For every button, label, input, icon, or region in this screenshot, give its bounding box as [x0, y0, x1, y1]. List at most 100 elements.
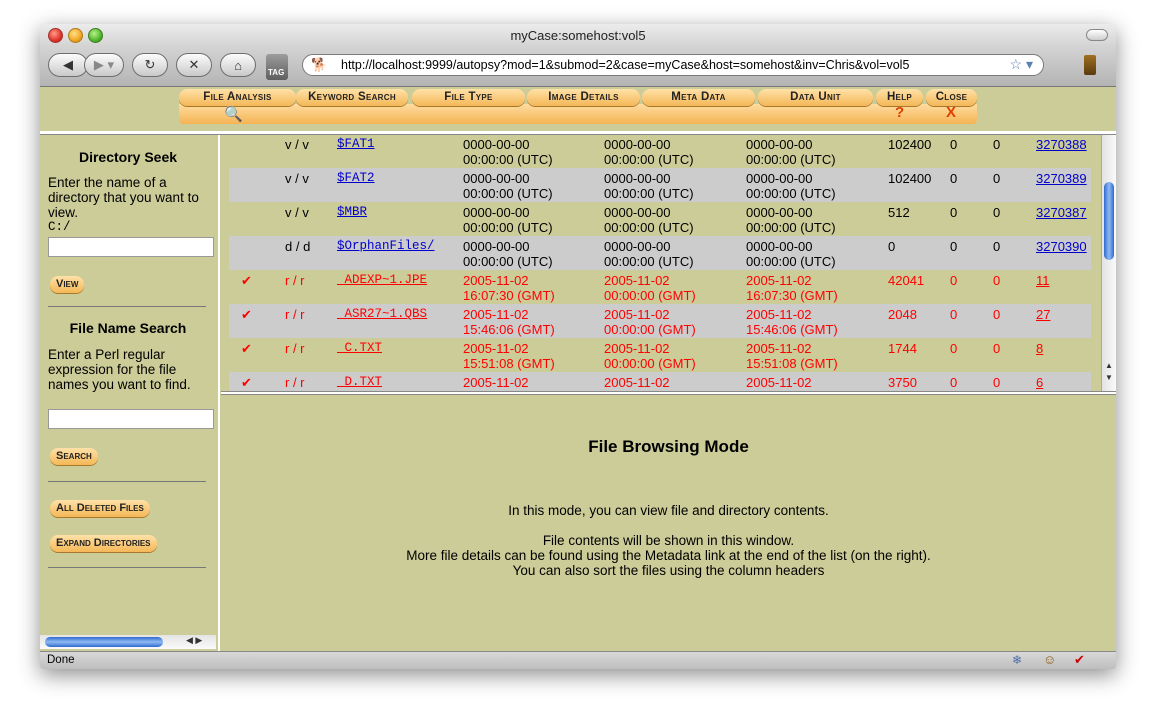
pane-divider[interactable]: [221, 391, 1116, 395]
date: 2005-11-02: [604, 307, 670, 322]
file-name-search-description: Enter a Perl regular expression for the …: [48, 347, 191, 392]
tab-image-details[interactable]: Image Details: [527, 89, 640, 106]
tab-data-unit[interactable]: Data Unit: [758, 89, 873, 106]
accessed-time: 0000-00-00 00:00:00 (UTC): [604, 137, 694, 167]
close-x-icon[interactable]: X: [946, 104, 956, 121]
date: 2005-11-02: [746, 375, 812, 390]
tab-keyword-search[interactable]: Keyword Search: [296, 89, 408, 106]
mode-description: File contents will be shown in this wind…: [542, 533, 795, 548]
exit-door-icon[interactable]: [1084, 55, 1096, 75]
time: 00:00:00 (UTC): [746, 186, 836, 201]
forward-button[interactable]: ▶ ▾: [84, 53, 124, 77]
url-bar[interactable]: 🐕 http://localhost:9999/autopsy?mod=1&su…: [302, 54, 1044, 76]
file-name-link[interactable]: _ADEXP~1.JPE: [337, 273, 427, 288]
scroll-left-right-arrows-icon[interactable]: ◀ ▶: [186, 635, 202, 646]
file-type: v / v: [285, 205, 309, 220]
file-name-link[interactable]: $MBR: [337, 205, 367, 220]
file-uid: 0: [950, 205, 958, 220]
left-horizontal-scrollbar[interactable]: ◀ ▶: [40, 635, 216, 649]
file-type: d / d: [285, 239, 311, 254]
stop-button[interactable]: ✕: [176, 53, 212, 77]
date: 0000-00-00: [604, 137, 671, 152]
reload-icon: ↻: [144, 57, 156, 72]
file-row[interactable]: v / v $FAT2 0000-00-00 00:00:00 (UTC) 0000-0…: [229, 168, 1091, 202]
stop-icon: ✕: [188, 57, 200, 72]
tab-file-type[interactable]: File Type: [412, 89, 525, 106]
tag-button[interactable]: TAG: [266, 54, 288, 80]
back-arrow-icon: ◀: [63, 57, 73, 72]
time: 00:00:00 (UTC): [463, 186, 553, 201]
content-view-pane: File Browsing Mode In this mode, you can…: [221, 396, 1116, 651]
date: 2005-11-02: [746, 341, 812, 356]
accessed-time: 0000-00-00 00:00:00 (UTC): [604, 171, 694, 201]
directory-seek-input[interactable]: [48, 237, 214, 257]
scrollbar-thumb[interactable]: [1104, 182, 1114, 260]
file-gid: 0: [993, 273, 1001, 288]
tab-file-analysis[interactable]: File Analysis: [179, 89, 296, 106]
file-row[interactable]: v / v $MBR 0000-00-00 00:00:00 (UTC) 0000-00…: [229, 202, 1091, 236]
metadata-link[interactable]: 11: [1036, 273, 1050, 288]
file-row[interactable]: ✔ r / r _D.TXT 2005-11-02 2005-11-02 2005-11-…: [229, 372, 1091, 391]
sidebar-separator: [48, 567, 206, 568]
toolbar-toggle-button[interactable]: [1086, 29, 1108, 41]
help-question-icon[interactable]: ?: [895, 104, 904, 121]
directory-prefix: C:/: [48, 220, 71, 234]
metadata-link[interactable]: 3270389: [1036, 171, 1087, 186]
date: 2005-11-02: [604, 341, 670, 356]
scrollbar-thumb[interactable]: [45, 637, 163, 647]
file-name-search-input[interactable]: [48, 409, 214, 429]
file-name-link[interactable]: $FAT2: [337, 171, 375, 186]
reload-button[interactable]: ↻: [132, 53, 168, 77]
monkey-icon[interactable]: ☺: [1043, 652, 1056, 667]
file-name-link[interactable]: $FAT1: [337, 137, 375, 152]
metadata-link[interactable]: 6: [1036, 375, 1043, 390]
file-list-vertical-scrollbar[interactable]: ▲ ▼: [1101, 135, 1116, 391]
all-deleted-files-button[interactable]: All Deleted Files: [50, 500, 150, 517]
file-type: r / r: [285, 307, 305, 322]
home-button[interactable]: ⌂: [220, 53, 256, 77]
file-size: 42041: [888, 273, 925, 288]
snowflake-icon[interactable]: ❄: [1012, 653, 1022, 667]
date: 2005-11-02: [463, 341, 529, 356]
accessed-time: 2005-11-02 00:00:00 (GMT): [604, 307, 696, 337]
time: 15:51:08 (GMT): [463, 356, 555, 371]
file-name-link[interactable]: _D.TXT: [337, 375, 382, 390]
back-button[interactable]: ◀: [48, 53, 88, 77]
file-gid: 0: [993, 375, 1001, 390]
file-row[interactable]: d / d $OrphanFiles/0000-00-00 00:00:00 (UT…: [229, 236, 1091, 270]
tab-meta-data[interactable]: Meta Data: [642, 89, 755, 106]
created-time: 0000-00-00 00:00:00 (UTC): [746, 171, 836, 201]
sidebar-separator: [48, 481, 206, 482]
sidebar-separator: [48, 306, 206, 307]
mode-description: In this mode, you can view file and dire…: [508, 503, 829, 518]
checkmark-icon[interactable]: ✔: [1074, 652, 1085, 668]
file-name-link[interactable]: _C.TXT: [337, 341, 382, 356]
file-name-link[interactable]: $OrphanFiles/: [337, 239, 435, 254]
file-type: r / r: [285, 375, 305, 390]
search-button[interactable]: Search: [50, 448, 98, 465]
date: 0000-00-00: [746, 205, 813, 220]
file-name-link[interactable]: _ASR27~1.QBS: [337, 307, 427, 322]
time: 00:00:00 (UTC): [463, 152, 553, 167]
file-uid: 0: [950, 375, 958, 390]
metadata-link[interactable]: 8: [1036, 341, 1043, 356]
date: 2005-11-02: [463, 307, 529, 322]
file-row[interactable]: ✔ r / r _ADEXP~1.JPE 2005-11-02 16:07:30 (GM…: [229, 270, 1091, 304]
view-button[interactable]: View: [50, 276, 85, 293]
metadata-link[interactable]: 3270388: [1036, 137, 1087, 152]
file-row[interactable]: ✔ r / r _C.TXT 2005-11-02 15:51:08 (GMT) 2005…: [229, 338, 1091, 372]
date: 0000-00-00: [604, 205, 671, 220]
written-time: 2005-11-02 15:46:06 (GMT): [463, 307, 555, 337]
file-gid: 0: [993, 341, 1001, 356]
scroll-up-down-arrows-icon[interactable]: ▲ ▼: [1105, 360, 1113, 384]
time: 15:51:08 (GMT): [746, 356, 838, 371]
file-row[interactable]: ✔ r / r _ASR27~1.QBS 2005-11-02 15:46:06 (GM…: [229, 304, 1091, 338]
metadata-link[interactable]: 3270387: [1036, 205, 1087, 220]
expand-directories-button[interactable]: Expand Directories: [50, 535, 157, 552]
status-text: Done: [47, 654, 75, 666]
bookmark-star-icon[interactable]: ☆ ▾: [1010, 56, 1033, 73]
metadata-link[interactable]: 27: [1036, 307, 1050, 322]
autopsy-menu-bar: File Analysis Keyword Search File Type I…: [40, 87, 1116, 131]
file-row[interactable]: v / v $FAT1 0000-00-00 00:00:00 (UTC) 0000-0…: [229, 135, 1091, 168]
metadata-link[interactable]: 3270390: [1036, 239, 1087, 254]
